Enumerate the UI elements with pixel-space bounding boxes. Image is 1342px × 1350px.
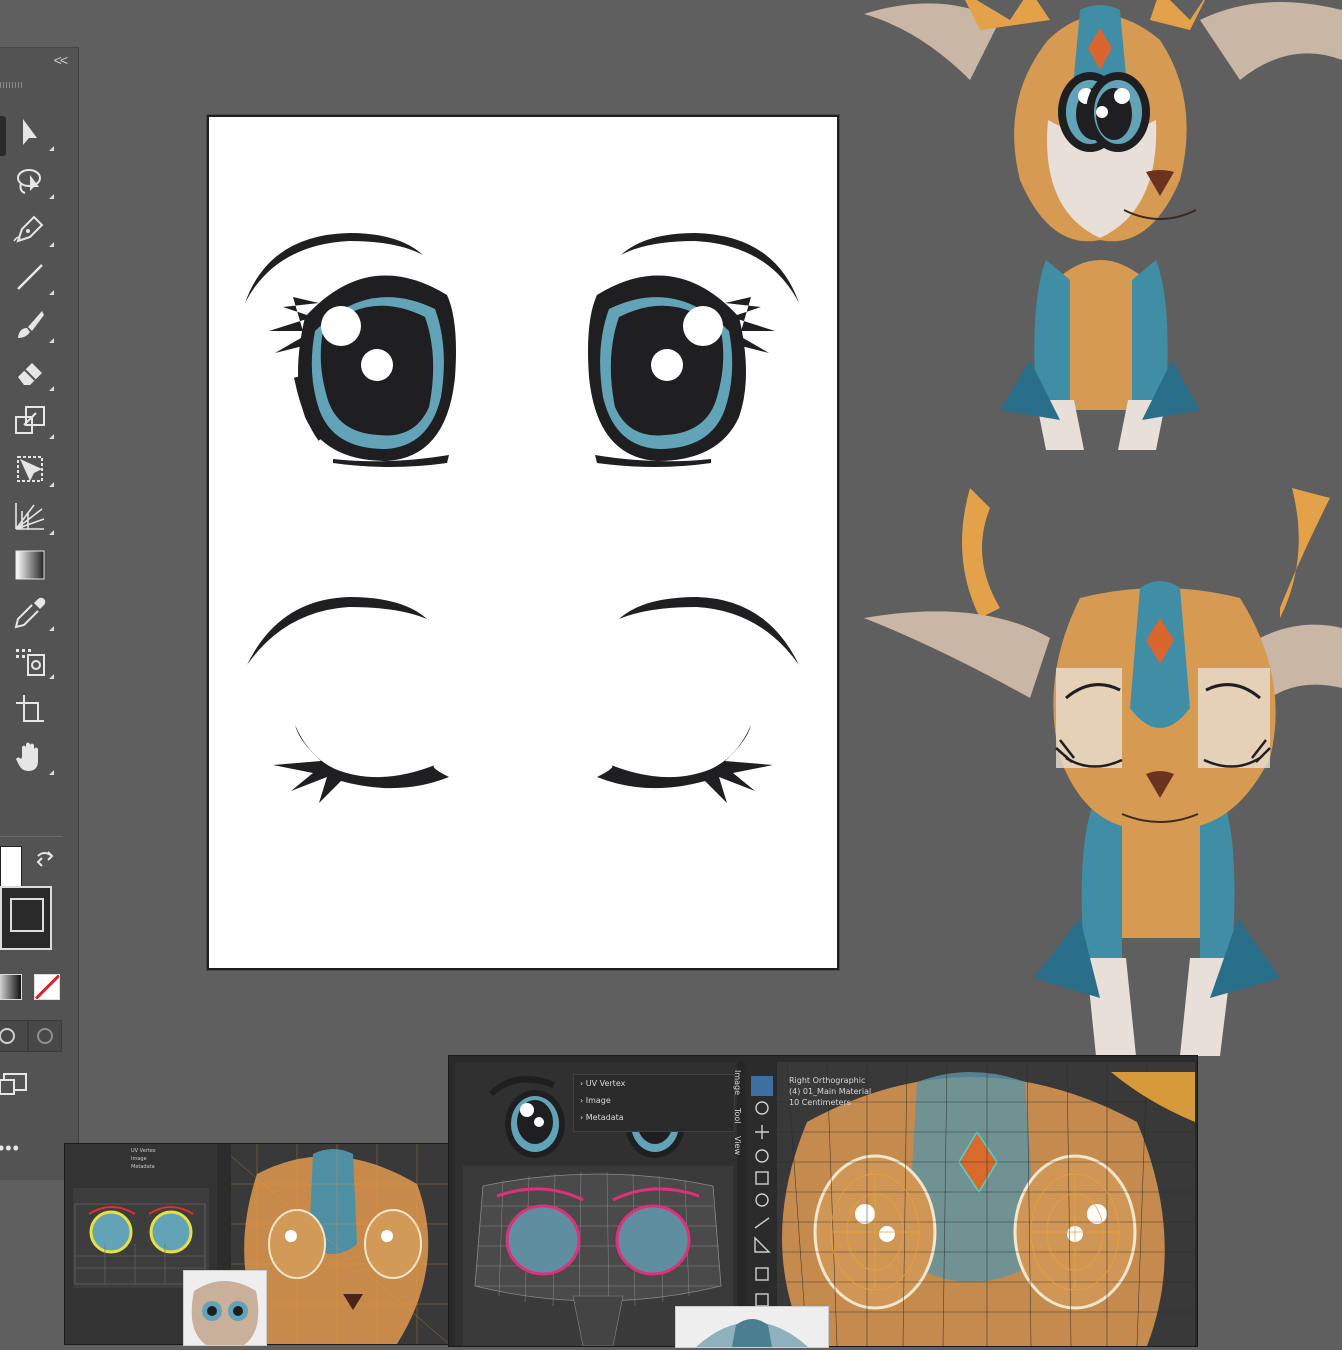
- eyedropper-tool[interactable]: [12, 595, 54, 635]
- symbol-sprayer-icon: [16, 649, 45, 676]
- sidebar-tabs: Image Tool View: [731, 1070, 745, 1170]
- free-transform-tool[interactable]: [12, 451, 54, 491]
- reference-thumbnail[interactable]: [183, 1270, 267, 1346]
- left-brow-closed: [247, 597, 427, 665]
- lasso-icon: [17, 169, 41, 194]
- left-eye-closed: [273, 725, 449, 803]
- sidebar-panels: › UV Vertex › Image › Metadata: [573, 1074, 735, 1132]
- eraser-icon: [18, 363, 42, 385]
- panel-image[interactable]: Image: [131, 1156, 147, 1162]
- panel-uv-vertex-main[interactable]: › UV Vertex: [580, 1079, 625, 1088]
- tab-image[interactable]: Image: [733, 1070, 742, 1095]
- scale-icon: [15, 406, 45, 434]
- blender-window: › UV Vertex › Image › Metadata Image Too…: [448, 1055, 1198, 1348]
- image-editor[interactable]: › UV Vertex › Image › Metadata: [455, 1062, 745, 1346]
- panel-metadata-main[interactable]: › Metadata: [580, 1113, 624, 1122]
- hand-tool[interactable]: [12, 739, 54, 779]
- artboard[interactable]: [207, 115, 839, 970]
- brush-icon: [18, 311, 44, 338]
- panel-grip[interactable]: [0, 82, 22, 88]
- left-eye-open: [245, 233, 456, 467]
- viewport-units: 10 Centimeters: [789, 1098, 851, 1107]
- draw-behind-button[interactable]: [28, 1020, 62, 1052]
- eraser-tool[interactable]: [12, 355, 54, 395]
- eye-artwork: [245, 233, 799, 803]
- draw-normal-button[interactable]: [0, 1020, 28, 1052]
- viewport-object: (4) 01_Main Material: [789, 1087, 872, 1096]
- character-render-open-eyes: [864, 0, 1342, 450]
- panel-image-main[interactable]: › Image: [580, 1096, 611, 1105]
- right-eye-open: [588, 233, 799, 467]
- active-tool-indicator: [0, 116, 6, 156]
- gradient-tool[interactable]: [12, 547, 54, 587]
- scale-tool[interactable]: [12, 403, 54, 443]
- lasso-tool[interactable]: [12, 163, 54, 203]
- gradient-icon: [15, 550, 45, 580]
- tab-view[interactable]: View: [733, 1136, 742, 1155]
- collapse-panel-button[interactable]: <<: [54, 52, 68, 68]
- line-tool[interactable]: [12, 259, 54, 299]
- selection-tool[interactable]: [12, 115, 54, 155]
- blender-window-uv-small: UV Vertex Image Metadata: [64, 1143, 450, 1346]
- swap-colors-icon[interactable]: [34, 848, 56, 870]
- reference-thumbnail-main[interactable]: [675, 1306, 829, 1348]
- perspective-grid-icon: [15, 503, 45, 530]
- character-render-closed-eyes: [864, 488, 1342, 1056]
- pen-icon: [13, 215, 44, 243]
- line-icon: [17, 264, 43, 290]
- screen-mode-icon[interactable]: [0, 1070, 27, 1100]
- tab-tool[interactable]: Tool: [733, 1108, 742, 1124]
- pen-tool[interactable]: [12, 211, 54, 251]
- 3d-viewport[interactable]: Right Orthographic (4) 01_Main Material …: [747, 1062, 1195, 1346]
- toolbar-separator: [0, 836, 62, 837]
- artboard-tool[interactable]: [12, 691, 54, 731]
- symbol-sprayer-tool[interactable]: [12, 643, 54, 683]
- right-eye-closed: [597, 725, 773, 803]
- artboard-icon: [16, 695, 44, 722]
- none-swatch[interactable]: [34, 974, 60, 1000]
- right-brow-closed: [619, 597, 799, 665]
- tools-panel: << •••: [0, 47, 79, 1180]
- eyedropper-icon: [14, 597, 46, 629]
- perspective-grid-tool[interactable]: [12, 499, 54, 539]
- panel-uv-vertex[interactable]: UV Vertex: [131, 1148, 156, 1154]
- gradient-swatch[interactable]: [0, 974, 22, 1000]
- free-transform-icon: [17, 456, 43, 482]
- panel-metadata[interactable]: Metadata: [131, 1164, 155, 1170]
- stroke-swatch[interactable]: [0, 886, 52, 950]
- viewport-title: Right Orthographic: [789, 1076, 866, 1085]
- hand-icon: [16, 742, 38, 771]
- more-tools-button[interactable]: •••: [0, 1138, 20, 1159]
- arrow-icon: [23, 119, 37, 145]
- brush-tool[interactable]: [12, 307, 54, 347]
